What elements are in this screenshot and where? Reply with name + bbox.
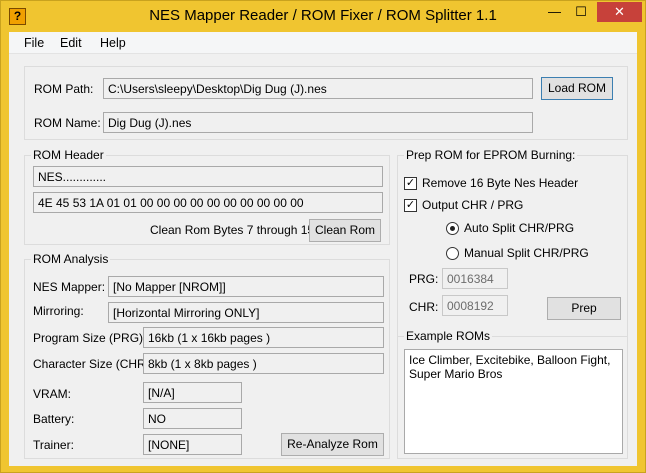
- rom-path-field[interactable]: C:\Users\sleepy\Desktop\Dig Dug (J).nes: [103, 78, 533, 99]
- trainer-field[interactable]: [NONE]: [143, 434, 242, 455]
- prg-size-label: Program Size (PRG):: [33, 331, 147, 345]
- battery-field[interactable]: NO: [143, 408, 242, 429]
- mirroring-field[interactable]: [Horizontal Mirroring ONLY]: [108, 302, 384, 323]
- trainer-label: Trainer:: [33, 438, 74, 452]
- prg-label: PRG:: [409, 272, 439, 286]
- header-ascii-field[interactable]: NES.............: [33, 166, 383, 187]
- remove-header-checkbox[interactable]: ✓: [404, 177, 417, 190]
- mapper-field[interactable]: [No Mapper [NROM]]: [108, 276, 384, 297]
- rom-path-label: ROM Path:: [34, 82, 94, 96]
- app-window: ? NES Mapper Reader / ROM Fixer / ROM Sp…: [0, 0, 646, 473]
- battery-label: Battery:: [33, 412, 75, 426]
- mapper-label: NES Mapper:: [33, 280, 106, 294]
- remove-header-label[interactable]: Remove 16 Byte Nes Header: [422, 176, 578, 190]
- maximize-button[interactable]: ☐: [568, 2, 594, 22]
- prep-button[interactable]: Prep: [547, 297, 621, 320]
- close-button[interactable]: ✕: [597, 2, 642, 22]
- clean-rom-button[interactable]: Clean Rom: [309, 219, 381, 242]
- mirroring-label: Mirroring:: [33, 304, 84, 318]
- rom-header-title: ROM Header: [31, 148, 106, 162]
- eprom-prep-title: Prep ROM for EPROM Burning:: [404, 148, 578, 162]
- rom-analysis-group: ROM Analysis NES Mapper: [No Mapper [NRO…: [24, 252, 390, 459]
- reanalyze-rom-button[interactable]: Re-Analyze Rom: [281, 433, 384, 456]
- minimize-button[interactable]: —: [541, 2, 568, 22]
- clean-rom-label: Clean Rom Bytes 7 through 15:: [150, 223, 318, 237]
- prg-field[interactable]: 0016384: [442, 268, 508, 289]
- chr-label: CHR:: [409, 300, 439, 314]
- checkmark-icon: ✓: [405, 177, 416, 189]
- example-roms-title: Example ROMs: [404, 329, 493, 343]
- output-chr-prg-label[interactable]: Output CHR / PRG: [422, 198, 523, 212]
- prg-size-field[interactable]: 16kb (1 x 16kb pages ): [143, 327, 384, 348]
- auto-split-radio[interactable]: [446, 222, 459, 235]
- menu-file[interactable]: File: [24, 36, 44, 50]
- chr-size-field[interactable]: 8kb (1 x 8kb pages ): [143, 353, 384, 374]
- header-hex-field[interactable]: 4E 45 53 1A 01 01 00 00 00 00 00 00 00 0…: [33, 192, 383, 213]
- example-roms-group: Example ROMs Ice Climber, Excitebike, Ba…: [397, 329, 628, 459]
- menu-help[interactable]: Help: [100, 36, 126, 50]
- rom-header-group: ROM Header NES............. 4E 45 53 1A …: [24, 148, 390, 245]
- vram-label: VRAM:: [33, 387, 72, 401]
- rom-name-field[interactable]: Dig Dug (J).nes: [103, 112, 533, 133]
- menu-edit[interactable]: Edit: [60, 36, 82, 50]
- rom-name-label: ROM Name:: [34, 116, 101, 130]
- vram-field[interactable]: [N/A]: [143, 382, 242, 403]
- auto-split-label[interactable]: Auto Split CHR/PRG: [464, 221, 574, 235]
- chr-field[interactable]: 0008192: [442, 295, 508, 316]
- client-area: File Edit Help ROM Path: C:\Users\sleepy…: [9, 32, 637, 466]
- title-bar: ? NES Mapper Reader / ROM Fixer / ROM Sp…: [1, 1, 645, 32]
- output-chr-prg-checkbox[interactable]: ✓: [404, 199, 417, 212]
- checkmark-icon: ✓: [405, 199, 416, 211]
- example-roms-text[interactable]: Ice Climber, Excitebike, Balloon Fight, …: [404, 349, 623, 454]
- chr-size-label: Character Size (CHR):: [33, 357, 154, 371]
- manual-split-radio[interactable]: [446, 247, 459, 260]
- rom-info-group: ROM Path: C:\Users\sleepy\Desktop\Dig Du…: [24, 66, 628, 140]
- eprom-prep-group: Prep ROM for EPROM Burning: ✓ Remove 16 …: [397, 148, 628, 347]
- load-rom-button[interactable]: Load ROM: [541, 77, 613, 100]
- radio-selected-dot: [450, 226, 455, 231]
- manual-split-label[interactable]: Manual Split CHR/PRG: [464, 246, 589, 260]
- menu-bar: File Edit Help: [9, 32, 637, 54]
- rom-analysis-title: ROM Analysis: [31, 252, 111, 266]
